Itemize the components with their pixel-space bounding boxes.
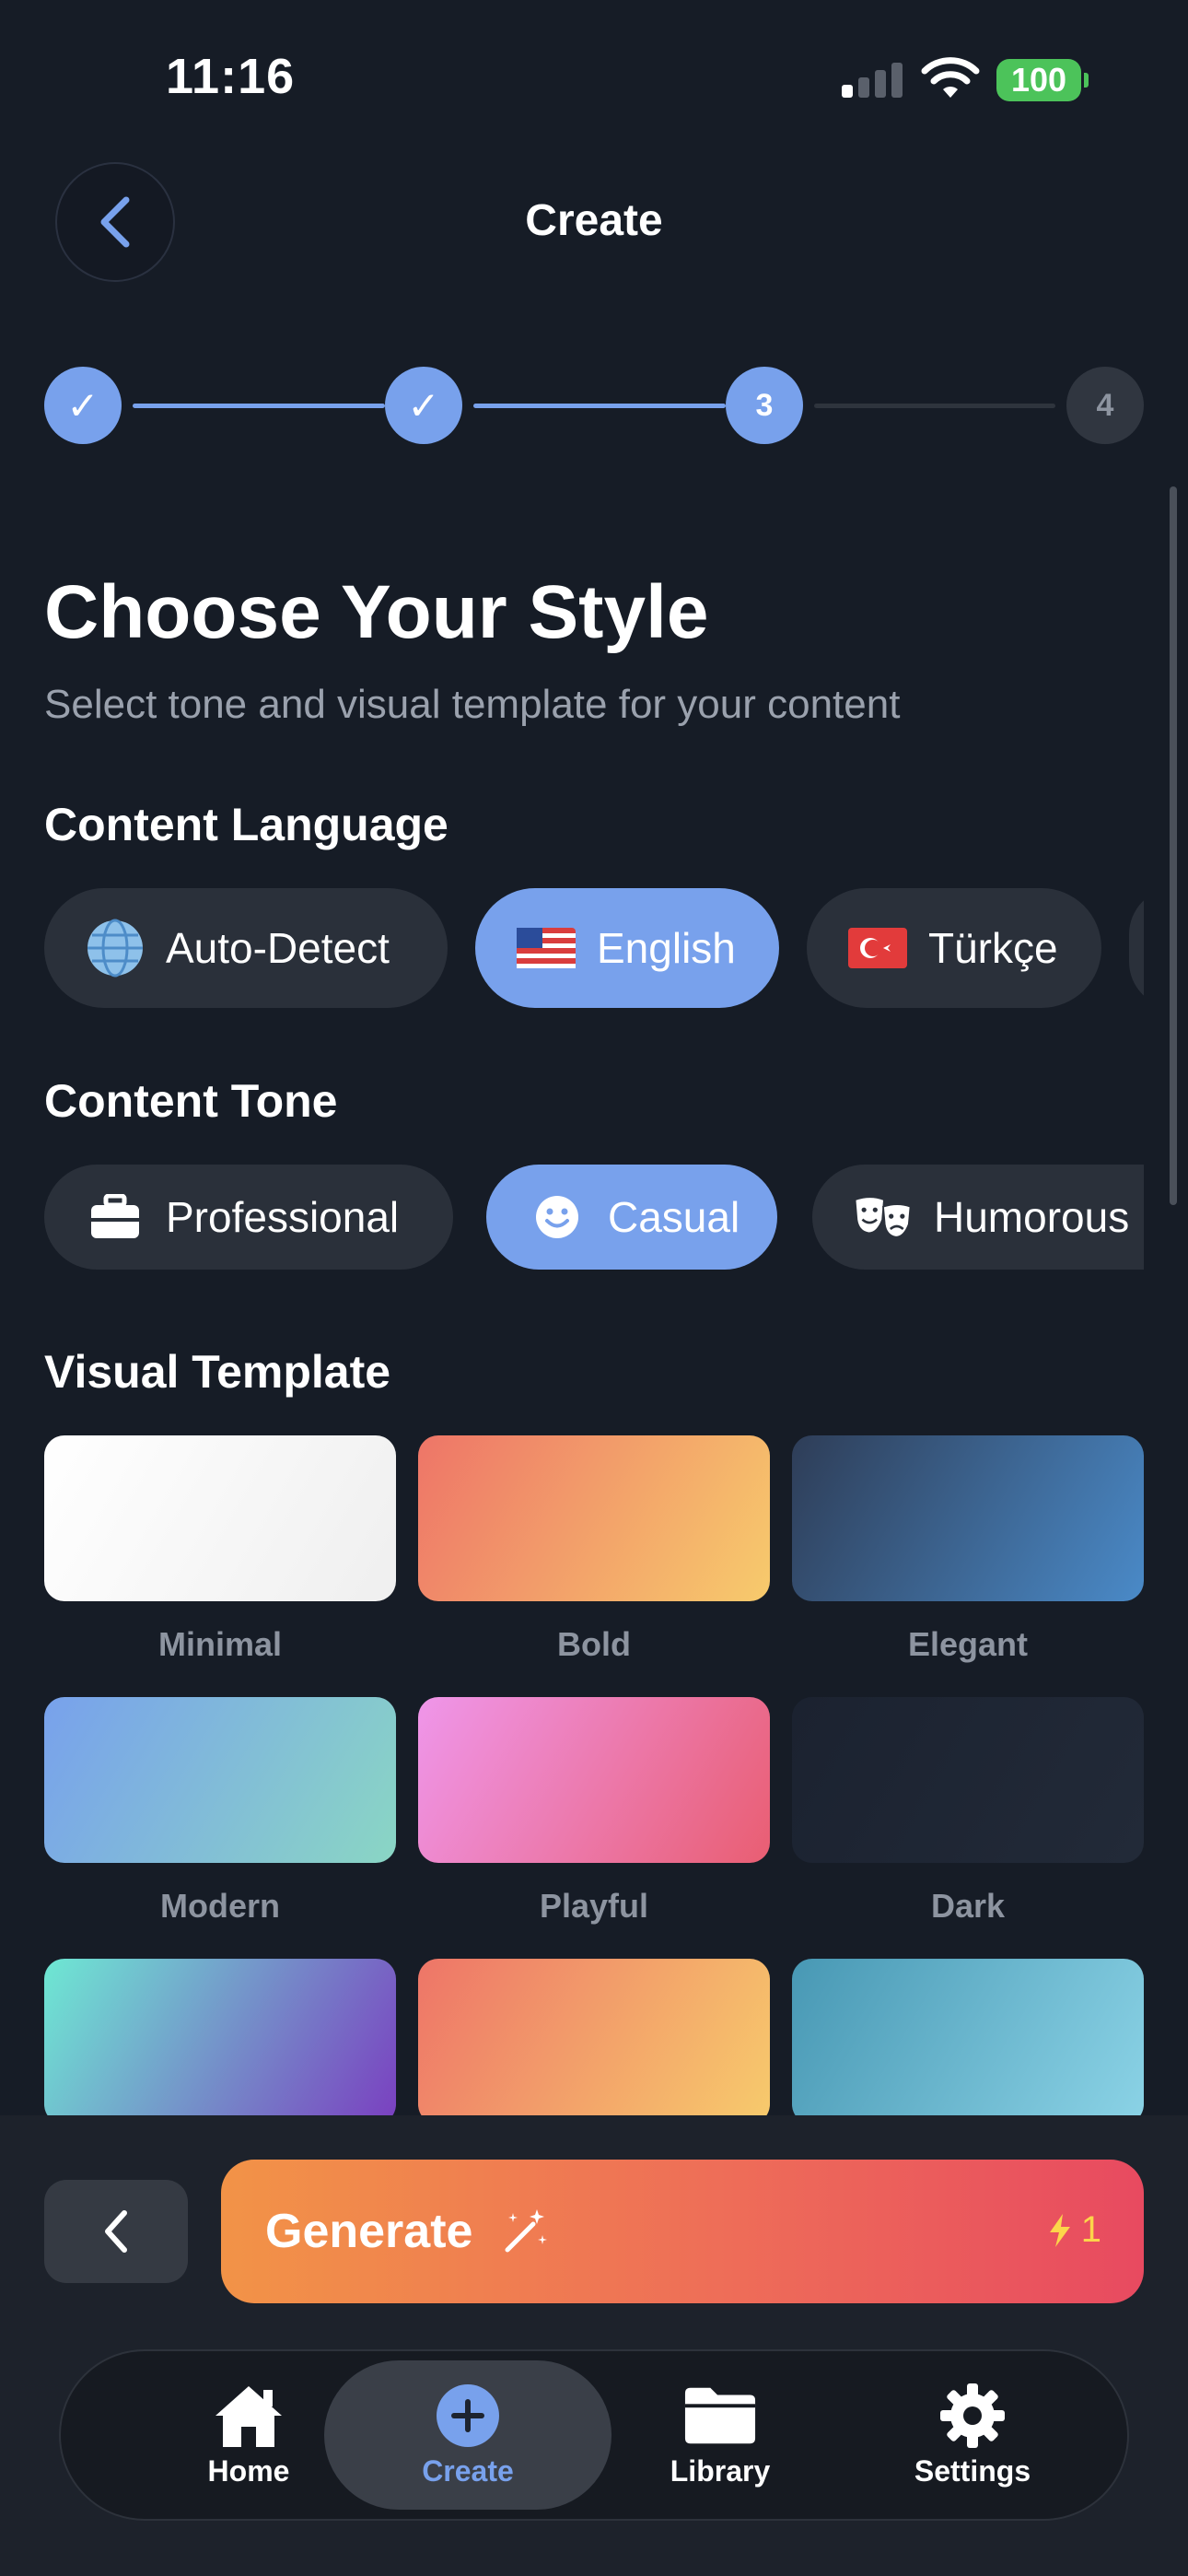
tone-chip-professional[interactable]: Professional bbox=[44, 1165, 453, 1270]
page-title: Choose Your Style bbox=[44, 570, 709, 654]
briefcase-icon bbox=[85, 1191, 146, 1243]
credit-cost: 1 bbox=[1046, 2209, 1101, 2251]
template-card-playful[interactable] bbox=[418, 1697, 770, 1863]
template-card-item-8[interactable] bbox=[418, 1959, 770, 2125]
language-chip-english[interactable]: English bbox=[475, 888, 779, 1008]
step-2-complete: ✓ bbox=[385, 367, 462, 444]
template-card-dark[interactable] bbox=[792, 1697, 1144, 1863]
template-label: Elegant bbox=[907, 1625, 1029, 1663]
template-label: Playful bbox=[539, 1887, 649, 1925]
template-card-item-9[interactable] bbox=[792, 1959, 1144, 2125]
checkmark-icon: ✓ bbox=[66, 383, 99, 427]
template-card-item-7[interactable] bbox=[44, 1959, 396, 2125]
tab-label: Home bbox=[207, 2453, 290, 2488]
template-label: Minimal bbox=[157, 1625, 282, 1663]
language-chip-auto-detect[interactable]: Auto-Detect bbox=[44, 888, 448, 1008]
status-bar: 11:16 100 bbox=[0, 0, 1188, 157]
tab-label: Create bbox=[422, 2453, 514, 2488]
tab-label: Settings bbox=[914, 2453, 1031, 2488]
turkey-flag-icon bbox=[847, 922, 908, 974]
tone-chip-humorous[interactable]: Humorous bbox=[812, 1165, 1144, 1270]
chevron-left-icon bbox=[105, 2210, 127, 2253]
magic-wand-icon bbox=[505, 2209, 548, 2253]
template-section-label: Visual Template bbox=[44, 1346, 391, 1398]
page-subtitle: Select tone and visual template for your… bbox=[44, 682, 901, 727]
gear-icon bbox=[936, 2383, 1009, 2449]
home-icon bbox=[212, 2383, 285, 2449]
chip-label: Türkçe bbox=[928, 924, 1058, 972]
tab-library[interactable]: Library bbox=[577, 2360, 864, 2510]
language-chip-row: Auto-Detect English Türkçe bbox=[44, 888, 1144, 1010]
stepper-line bbox=[133, 404, 385, 408]
tab-settings[interactable]: Settings bbox=[829, 2360, 1116, 2510]
theater-masks-icon bbox=[853, 1191, 914, 1243]
template-label: Dark bbox=[930, 1887, 1006, 1925]
cellular-signal-icon bbox=[842, 61, 906, 98]
wifi-icon bbox=[921, 57, 980, 98]
tab-label: Library bbox=[670, 2453, 771, 2488]
plus-circle-icon bbox=[431, 2383, 505, 2449]
folder-icon bbox=[683, 2383, 757, 2449]
scrollbar[interactable] bbox=[1170, 486, 1177, 1205]
tab-create[interactable]: Create bbox=[324, 2360, 611, 2510]
tone-chip-casual[interactable]: Casual bbox=[486, 1165, 777, 1270]
tone-chip-row: Professional Casual Humorous bbox=[44, 1165, 1144, 1275]
template-card-elegant[interactable] bbox=[792, 1435, 1144, 1601]
credit-cost-value: 1 bbox=[1080, 2209, 1101, 2250]
generate-button-label: Generate bbox=[265, 2205, 473, 2258]
template-label: Bold bbox=[557, 1625, 631, 1663]
smiley-icon bbox=[527, 1191, 588, 1243]
lightning-icon bbox=[1049, 2213, 1070, 2247]
step-4-pending: 4 bbox=[1066, 367, 1144, 444]
bottom-tab-bar: Home Create Library Settings bbox=[59, 2349, 1129, 2521]
chip-label: Casual bbox=[608, 1193, 740, 1241]
page-header-title: Create bbox=[525, 196, 663, 245]
tone-section-label: Content Tone bbox=[44, 1075, 338, 1127]
status-time: 11:16 bbox=[166, 49, 296, 104]
chip-label: Auto-Detect bbox=[166, 924, 390, 972]
template-label: Modern bbox=[160, 1887, 280, 1925]
stepper-line bbox=[473, 404, 726, 408]
checkmark-icon: ✓ bbox=[407, 383, 440, 427]
chip-label: Professional bbox=[166, 1193, 400, 1241]
stepper-line bbox=[814, 404, 1055, 408]
globe-icon bbox=[85, 919, 146, 978]
chip-label: Humorous bbox=[934, 1193, 1130, 1241]
battery-indicator: 100 bbox=[996, 59, 1089, 101]
chip-label: English bbox=[597, 924, 736, 972]
language-section-label: Content Language bbox=[44, 799, 448, 850]
generate-button[interactable]: Generate 1 bbox=[221, 2160, 1144, 2303]
step-3-current: 3 bbox=[726, 367, 803, 444]
progress-stepper: ✓ ✓ 3 4 bbox=[44, 367, 1144, 444]
language-chip-turkce[interactable]: Türkçe bbox=[807, 888, 1101, 1008]
template-card-bold[interactable] bbox=[418, 1435, 770, 1601]
us-flag-icon bbox=[516, 922, 577, 974]
language-chip-more[interactable] bbox=[1129, 888, 1144, 1008]
previous-step-button[interactable] bbox=[44, 2180, 188, 2283]
step-1-complete: ✓ bbox=[44, 367, 122, 444]
template-card-modern[interactable] bbox=[44, 1697, 396, 1863]
template-card-minimal[interactable] bbox=[44, 1435, 396, 1601]
